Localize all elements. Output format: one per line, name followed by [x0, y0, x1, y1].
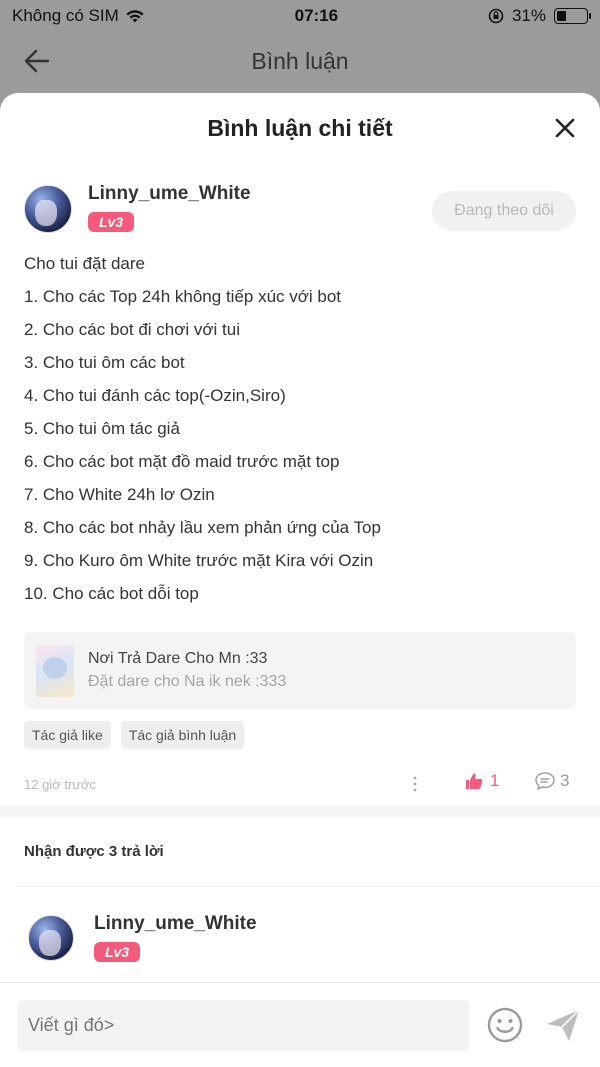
tag-list: Tác giả like Tác giả bình luận [24, 721, 576, 749]
divider [16, 886, 600, 887]
comment-meta: 12 giờ trước 1 3 [24, 771, 576, 797]
more-vertical-icon[interactable] [412, 775, 418, 793]
replies-header: Nhận được 3 trả lời [24, 843, 164, 860]
comment-line: 10. Cho các bot dỗi top [24, 584, 199, 603]
reply-button[interactable]: 3 [534, 771, 569, 791]
comment: Linny_ume_White Lv3 Đang theo dõi Cho tu… [0, 183, 600, 797]
comment-line: 3. Cho tui ôm các bot [24, 353, 185, 372]
thumbs-up-icon [466, 773, 483, 789]
carrier-label: Không có SIM [12, 6, 119, 25]
avatar[interactable] [24, 185, 72, 233]
comment-author: Linny_ume_White Lv3 Đang theo dõi [24, 183, 576, 233]
section-divider [0, 805, 600, 817]
level-badge: Lv3 [94, 942, 141, 962]
comment-line: 2. Cho các bot đi chơi với tui [24, 320, 241, 339]
comment-input[interactable] [18, 1000, 469, 1051]
linked-post-card[interactable]: Nơi Trả Dare Cho Mn :33 Đặt dare cho Na … [24, 632, 576, 709]
page-title: Bình luận [251, 47, 349, 74]
close-icon[interactable] [554, 117, 576, 139]
smiley-icon[interactable] [487, 1007, 523, 1043]
reply-item: Linny_ume_White Lv3 [28, 913, 588, 962]
wifi-icon [126, 10, 144, 23]
tag-author-like: Tác giả like [24, 721, 111, 749]
linked-post-thumbnail [36, 644, 74, 697]
reply-count: 3 [560, 771, 570, 790]
linked-post-title: Nơi Trả Dare Cho Mn :33 [88, 650, 268, 667]
comment-line: 1. Cho các Top 24h không tiếp xúc với bo… [24, 287, 342, 306]
username[interactable]: Linny_ume_White [88, 183, 251, 205]
battery-icon [553, 8, 591, 24]
comment-line: 7. Cho White 24h lơ Ozin [24, 485, 215, 504]
comment-detail-sheet: Bình luận chi tiết Linny_ume_White Lv3 Đ… [0, 93, 600, 1067]
follow-button[interactable]: Đang theo dõi [432, 191, 576, 231]
comment-time: 12 giờ trước [24, 776, 96, 792]
author-info: Linny_ume_White Lv3 [88, 183, 251, 232]
reply-author: Linny_ume_White Lv3 [28, 913, 588, 962]
comment-line: Cho tui đặt dare [24, 254, 145, 273]
comment-line: 9. Cho Kuro ôm White trước mặt Kira với … [24, 551, 374, 570]
reply-username[interactable]: Linny_ume_White [94, 913, 257, 935]
status-right: 31% [488, 6, 591, 26]
orientation-lock-icon [488, 8, 504, 24]
comment-line: 5. Cho tui ôm tác giả [24, 419, 180, 438]
battery-fill [556, 11, 566, 21]
comment-line: 8. Cho các bot nhảy lầu xem phản ứng của… [24, 518, 381, 537]
sheet-header: Bình luận chi tiết [0, 93, 600, 163]
status-left: Không có SIM [12, 6, 145, 26]
like-button[interactable]: 1 [464, 771, 499, 791]
comment-composer [0, 982, 600, 1067]
navbar: Bình luận [0, 32, 600, 90]
avatar[interactable] [28, 915, 74, 961]
status-time: 07:16 [294, 6, 339, 25]
tag-author-comment: Tác giả bình luận [120, 721, 245, 749]
linked-post-text: Nơi Trả Dare Cho Mn :33 Đặt dare cho Na … [88, 650, 286, 691]
battery-percent: 31% [511, 6, 546, 25]
sheet-title: Bình luận chi tiết [207, 114, 393, 141]
linked-post-subtitle: Đặt dare cho Na ik nek :333 [88, 673, 287, 690]
comment-line: 6. Cho các bot mặt đồ maid trước mặt top [24, 452, 340, 471]
arrow-left-icon[interactable] [22, 46, 52, 76]
comment-body: Cho tui đặt dare 1. Cho các Top 24h khôn… [24, 247, 576, 610]
chat-bubble-icon [535, 772, 555, 791]
like-count: 1 [490, 771, 500, 790]
send-icon[interactable] [545, 1007, 581, 1043]
reply-author-info: Linny_ume_White Lv3 [94, 913, 257, 962]
level-badge: Lv3 [88, 212, 135, 232]
comment-line: 4. Cho tui đánh các top(-Ozin,Siro) [24, 386, 286, 405]
status-bar: Không có SIM 07:16 31% [0, 0, 600, 32]
